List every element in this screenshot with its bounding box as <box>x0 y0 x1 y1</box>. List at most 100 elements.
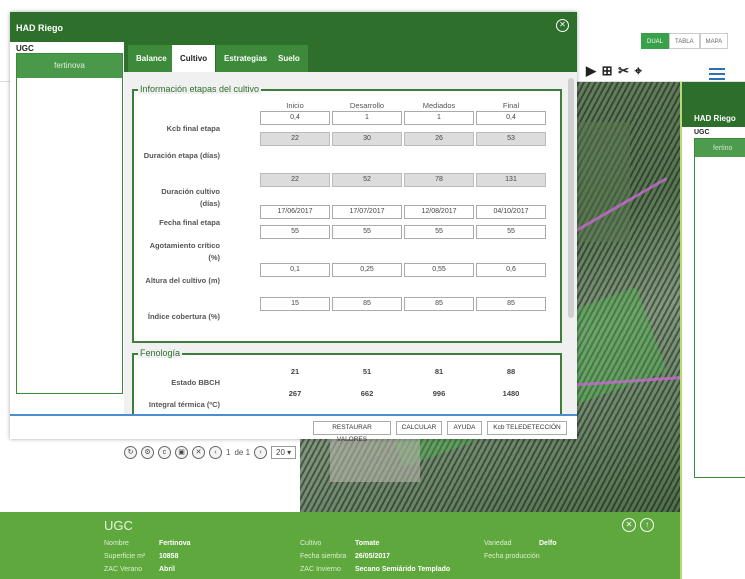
field-label: Fecha producción <box>484 553 540 560</box>
menu-icon[interactable] <box>709 68 725 80</box>
bbch-final: 88 <box>506 367 516 376</box>
next-page-icon[interactable]: › <box>254 446 268 459</box>
integral-final: 1480 <box>502 389 520 398</box>
integral-mediados: 996 <box>432 389 446 398</box>
duracion-etapa-desarrollo: 30 <box>332 132 402 146</box>
restore-values-button[interactable]: RESTAURAR VALORES <box>313 421 391 443</box>
kcb-teledeteccion-button[interactable]: Kcb TELEDETECCIÓN <box>487 421 567 435</box>
delete-icon[interactable]: ✕ <box>192 446 205 459</box>
duracion-etapa-inicio: 22 <box>260 132 330 146</box>
row-label-bbch: Estado BBCH <box>171 378 220 387</box>
altura-desarrollo-input[interactable]: 0,25 <box>332 263 402 277</box>
fecha-inicio-input[interactable]: 17/06/2017 <box>260 205 330 219</box>
bbch-inicio: 21 <box>290 367 300 376</box>
page-number[interactable]: 1 <box>226 448 230 457</box>
altura-inicio-input[interactable]: 0,1 <box>260 263 330 277</box>
close-panel-icon[interactable]: ✕ <box>622 518 636 532</box>
had-riego-modal: HAD Riego ✕ UGC fertinova Balance Cultiv… <box>10 12 577 443</box>
stages-legend: Información etapas del cultivo <box>138 84 262 94</box>
ugc-label: UGC <box>16 44 34 53</box>
field-label: ZAC Invierno <box>300 566 341 573</box>
cobertura-inicio-input[interactable]: 15 <box>260 297 330 311</box>
altura-mediados-input[interactable]: 0,55 <box>404 263 474 277</box>
pager: ↻ ⚙ c ▣ ✕ ‹ 1 de 1 › 20 ▾ <box>124 446 297 459</box>
row-label-agotamiento: Agotamiento crítico (%) <box>149 241 220 262</box>
column-header: Desarrollo <box>349 101 385 110</box>
integral-desarrollo: 662 <box>360 389 374 398</box>
field-value: 26/05/2017 <box>355 553 391 560</box>
field-label: Variedad <box>484 540 512 547</box>
kcb-mediados-input[interactable]: 1 <box>404 111 474 125</box>
agotamiento-final-input[interactable]: 55 <box>476 225 546 239</box>
view-dual-button[interactable]: DUAL <box>641 33 670 49</box>
agotamiento-inicio-input[interactable]: 55 <box>260 225 330 239</box>
agotamiento-mediados-input[interactable]: 55 <box>404 225 474 239</box>
location-icon[interactable]: ⌖ <box>635 63 643 78</box>
help-button[interactable]: AYUDA <box>447 421 482 435</box>
field-value: Abril <box>159 566 175 573</box>
field-label: Superficie m² <box>104 553 146 560</box>
secondary-ugc-item[interactable]: fertino <box>695 139 745 157</box>
row-label-duracion-etapa: Duración etapa (días) <box>143 151 220 160</box>
settings-icon[interactable]: ⚙ <box>141 446 154 459</box>
phenology-legend: Fenología <box>138 348 183 358</box>
row-label-altura: Altura del cultivo (m) <box>145 276 220 285</box>
binoculars-icon[interactable]: ▶ ⊞ <box>586 63 614 78</box>
field-label: Nombre <box>104 540 129 547</box>
fecha-desarrollo-input[interactable]: 17/07/2017 <box>332 205 402 219</box>
map-tools: ▶ ⊞ ✂ ⌖ <box>586 63 643 79</box>
cobertura-mediados-input[interactable]: 85 <box>404 297 474 311</box>
integral-inicio: 267 <box>288 389 302 398</box>
calculate-button[interactable]: CALCULAR <box>396 421 442 435</box>
fecha-mediados-input[interactable]: 12/08/2017 <box>404 205 474 219</box>
duracion-cultivo-mediados: 78 <box>404 173 474 187</box>
duracion-etapa-final: 53 <box>476 132 546 146</box>
bbch-mediados: 81 <box>434 367 444 376</box>
secondary-ugc-label: UGC <box>694 129 710 136</box>
row-label-integral-termica: Integral térmica (ºC) <box>148 400 220 409</box>
ugc-item-fertinova[interactable]: fertinova <box>17 54 122 78</box>
tab-balance[interactable]: Balance <box>128 45 175 72</box>
modal-title: HAD Riego <box>16 23 63 33</box>
row-label-duracion-cultivo: Duración cultivo (días) <box>161 187 220 208</box>
field-label: Cultivo <box>300 540 322 547</box>
collapse-panel-icon[interactable]: ↑ <box>640 518 654 532</box>
row-label-fecha-final: Fecha final etapa <box>159 218 220 227</box>
csv-icon[interactable]: c <box>158 446 171 459</box>
column-header: Final <box>502 101 520 110</box>
vertical-scrollbar[interactable] <box>568 78 574 318</box>
field-value: Tomate <box>355 540 380 547</box>
duracion-cultivo-final: 131 <box>476 173 546 187</box>
cobertura-desarrollo-input[interactable]: 85 <box>332 297 402 311</box>
save-icon[interactable]: ▣ <box>175 446 188 459</box>
prev-page-icon[interactable]: ‹ <box>209 446 222 459</box>
cobertura-final-input[interactable]: 85 <box>476 297 546 311</box>
secondary-window: HAD Riego UGC fertino <box>680 82 745 579</box>
close-icon[interactable]: ✕ <box>556 19 569 32</box>
modal-header: HAD Riego ✕ <box>10 12 577 42</box>
fecha-final-input[interactable]: 04/10/2017 <box>476 205 546 219</box>
altura-final-input[interactable]: 0,6 <box>476 263 546 277</box>
field-value: Delfo <box>539 540 557 547</box>
stages-fieldset: Información etapas del cultivo Inicio De… <box>132 84 562 343</box>
tab-suelo[interactable]: Suelo <box>270 45 308 72</box>
tab-cultivo[interactable]: Cultivo <box>172 45 216 72</box>
view-map-button[interactable]: MAPA <box>699 33 729 49</box>
duracion-cultivo-desarrollo: 52 <box>332 173 402 187</box>
row-label-kcb: Kcb final etapa <box>166 124 220 133</box>
cultivo-content: Información etapas del cultivo Inicio De… <box>124 72 577 414</box>
page-size-select[interactable]: 20 ▾ <box>271 446 297 459</box>
field-value: 10858 <box>159 553 179 560</box>
phenology-fieldset: Fenología Estado BBCH 21 51 81 88 Integr… <box>132 348 562 414</box>
ugc-info-panel: UGC Nombre Fertinova Superficie m² 10858 Z… <box>0 512 680 579</box>
kcb-final-input[interactable]: 0,4 <box>476 111 546 125</box>
satellite-icon[interactable]: ✂ <box>618 63 630 78</box>
agotamiento-desarrollo-input[interactable]: 55 <box>332 225 402 239</box>
tab-estrategias[interactable]: Estrategias <box>216 45 276 72</box>
duracion-cultivo-inicio: 22 <box>260 173 330 187</box>
kcb-desarrollo-input[interactable]: 1 <box>332 111 402 125</box>
bbch-desarrollo: 51 <box>362 367 372 376</box>
refresh-icon[interactable]: ↻ <box>124 446 137 459</box>
kcb-inicio-input[interactable]: 0,4 <box>260 111 330 125</box>
view-table-button[interactable]: TABLA <box>669 33 700 49</box>
